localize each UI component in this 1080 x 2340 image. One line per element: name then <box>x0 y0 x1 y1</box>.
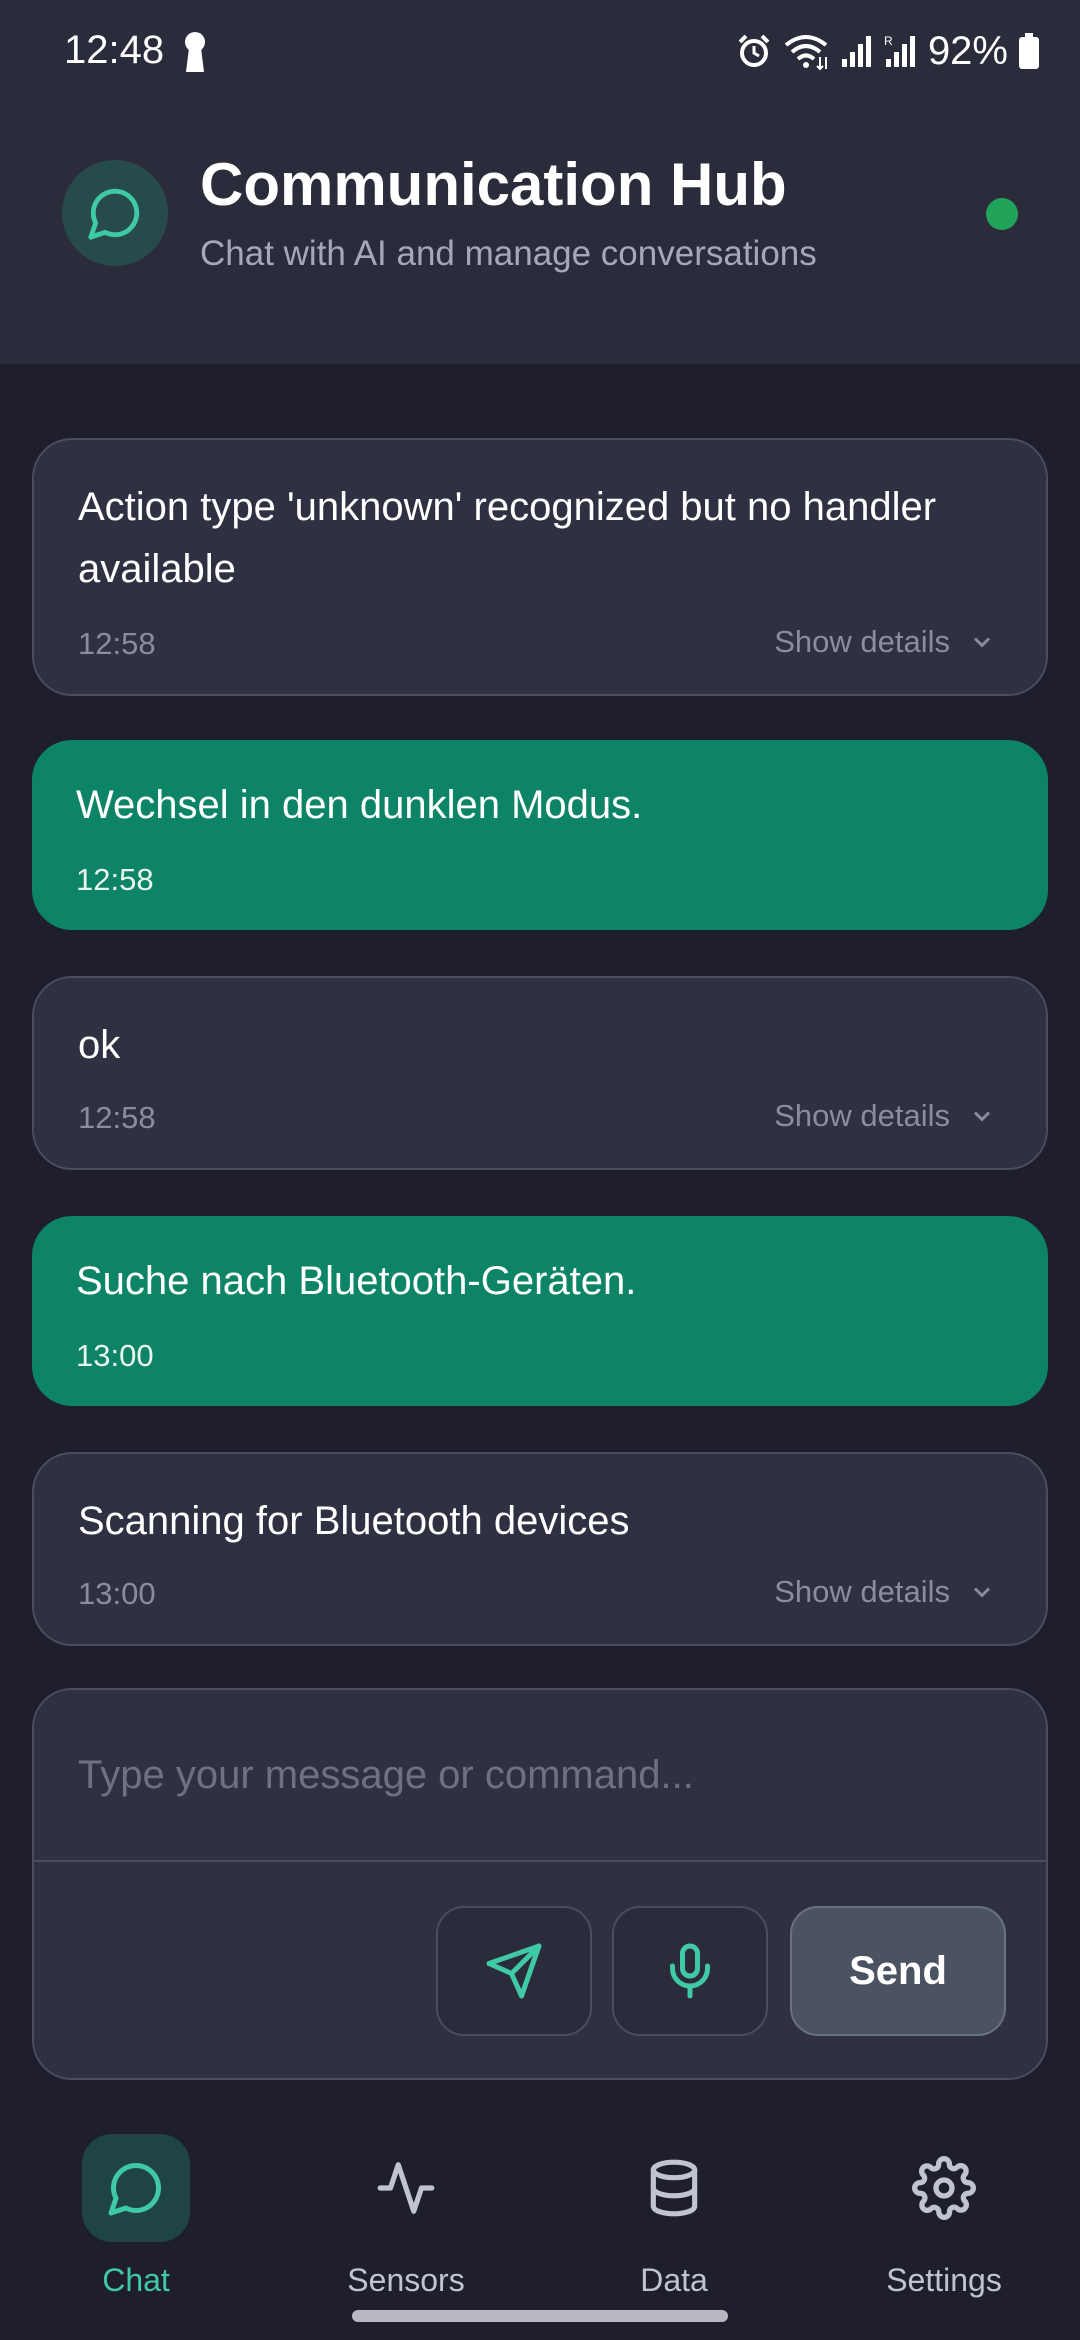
page-title: Communication Hub <box>200 151 787 218</box>
show-details-label: Show details <box>774 624 950 659</box>
show-details-button[interactable]: Show details <box>774 1098 996 1134</box>
message-time: 13:00 <box>76 1338 154 1373</box>
database-icon <box>620 2134 728 2242</box>
status-bar: 12:48 R 92% <box>0 0 1080 104</box>
status-time: 12:48 <box>64 28 165 72</box>
activity-icon <box>352 2134 460 2242</box>
keyhole-icon <box>185 32 205 72</box>
chevron-down-icon <box>973 637 991 648</box>
wifi-icon <box>784 35 828 71</box>
nav-item-sensors[interactable]: Sensors <box>306 2134 506 2324</box>
message-system: Action type 'unknown' recognized but no … <box>32 438 1048 696</box>
message-text: ok <box>78 1023 121 1067</box>
message-user: Suche nach Bluetooth-Geräten. 13:00 <box>32 1216 1048 1406</box>
alarm-icon <box>738 34 770 67</box>
nav-item-data[interactable]: Data <box>574 2134 774 2324</box>
chevron-down-icon <box>973 1111 991 1122</box>
online-status-dot <box>986 198 1018 230</box>
message-text: Scanning for Bluetooth devices <box>78 1499 630 1543</box>
nav-label: Settings <box>886 2262 1002 2298</box>
message-time: 13:00 <box>78 1576 156 1611</box>
nav-label: Data <box>640 2262 708 2298</box>
show-details-button[interactable]: Show details <box>774 1574 996 1610</box>
message-time: 12:58 <box>78 1100 156 1135</box>
message-text: Action type 'unknown' recognized but no … <box>78 485 937 591</box>
voice-input-button[interactable] <box>612 1906 768 2036</box>
chat-bubble-icon <box>82 2134 190 2242</box>
message-system: ok 12:58 Show details <box>32 976 1048 1170</box>
show-details-button[interactable]: Show details <box>774 624 996 660</box>
chat-bubble-icon <box>62 160 168 266</box>
home-indicator[interactable] <box>352 2310 728 2322</box>
bottom-navigation: Chat Sensors Data Settings <box>0 2120 1080 2340</box>
message-composer: Send <box>32 1688 1048 2080</box>
status-icons: R 92% <box>736 26 1040 76</box>
show-details-label: Show details <box>774 1098 950 1133</box>
microphone-icon <box>670 1943 710 1999</box>
svg-text:R: R <box>884 34 893 48</box>
signal-r-icon: R <box>884 34 915 67</box>
message-user: Wechsel in den dunklen Modus. 12:58 <box>32 740 1048 930</box>
chevron-down-icon <box>973 1587 991 1598</box>
nav-item-settings[interactable]: Settings <box>844 2134 1044 2324</box>
send-command-button[interactable] <box>436 1906 592 2036</box>
show-details-label: Show details <box>774 1574 950 1609</box>
nav-label: Sensors <box>347 2262 465 2298</box>
battery-percent: 92% <box>927 28 1008 73</box>
battery-icon <box>1019 33 1039 69</box>
gear-icon <box>890 2134 998 2242</box>
nav-label: Chat <box>102 2262 170 2298</box>
message-text: Wechsel in den dunklen Modus. <box>76 783 643 827</box>
message-text: Suche nach Bluetooth-Geräten. <box>76 1259 637 1303</box>
message-time: 12:58 <box>78 626 156 661</box>
app-header: 12:48 R 92% Communication Hub Chat with … <box>0 0 1080 364</box>
message-time: 12:58 <box>76 862 154 897</box>
signal-icon <box>841 36 871 67</box>
message-input[interactable] <box>34 1690 1046 1862</box>
message-system: Scanning for Bluetooth devices 13:00 Sho… <box>32 1452 1048 1646</box>
send-plane-icon <box>486 1943 542 1999</box>
page-subtitle: Chat with AI and manage conversations <box>200 234 817 273</box>
send-button[interactable]: Send <box>790 1906 1006 2036</box>
nav-item-chat[interactable]: Chat <box>36 2134 236 2324</box>
